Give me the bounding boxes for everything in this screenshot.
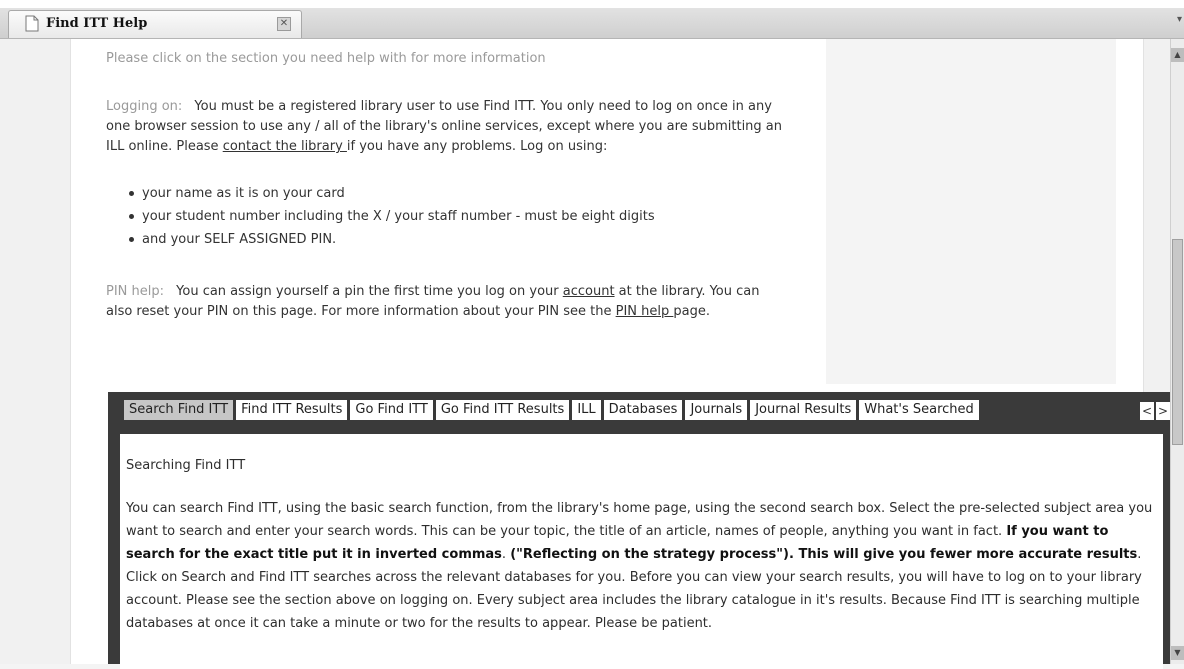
vertical-scrollbar[interactable]: ▲ ▼ [1170, 39, 1184, 664]
pin-help-text: You can assign yourself a pin the first … [176, 284, 563, 299]
close-tab-icon[interactable]: ✕ [277, 17, 291, 31]
content-text-1: You can search Find ITT, using the basic… [126, 501, 1153, 539]
tab-find-itt-results[interactable]: Find ITT Results [236, 400, 348, 420]
help-content-heading: Searching Find ITT [126, 458, 246, 473]
tab-menu-icon[interactable]: ▾ [1177, 14, 1182, 25]
tab-go-find-itt-results[interactable]: Go Find ITT Results [435, 400, 570, 420]
tab-search-find-itt[interactable]: Search Find ITT [124, 400, 234, 420]
tab-go-find-itt[interactable]: Go Find ITT [350, 400, 433, 420]
pin-help-label: PIN help: [106, 284, 165, 299]
scrollbar-thumb[interactable] [1172, 239, 1183, 445]
help-tab-strip: Search Find ITT Find ITT Results Go Find I… [124, 400, 982, 420]
tab-journals[interactable]: Journals [685, 400, 748, 420]
help-tabs-panel: Search Find ITT Find ITT Results Go Find I… [108, 392, 1175, 669]
tab-whats-searched[interactable]: What's Searched [859, 400, 979, 420]
login-requirements-list: your name as it is on your card your stu… [128, 182, 655, 251]
scroll-down-icon[interactable]: ▼ [1171, 646, 1184, 660]
content-bold-2: ("Reflecting on the strategy process"). … [510, 547, 1138, 562]
scroll-up-icon[interactable]: ▲ [1171, 48, 1184, 62]
tab-journal-results[interactable]: Journal Results [750, 400, 857, 420]
browser-tab[interactable]: Find ITT Help ✕ [8, 10, 302, 38]
logging-on-section: Logging on: You must be a registered lib… [106, 97, 786, 157]
browser-tab-bar: Find ITT Help ✕ ▾ [0, 8, 1184, 39]
help-content-panel: Searching Find ITT You can search Find I… [120, 434, 1163, 669]
intro-text: Please click on the section you need hel… [106, 51, 546, 66]
tab-scroll-arrows: < > [1138, 400, 1170, 420]
prev-tab-button[interactable]: < [1140, 402, 1154, 420]
account-link[interactable]: account [563, 284, 615, 299]
tab-title: Find ITT Help [46, 16, 148, 31]
tab-ill[interactable]: ILL [572, 400, 601, 420]
right-side-panel [826, 39, 1116, 384]
pin-help-link[interactable]: PIN help [616, 304, 674, 319]
list-item: and your SELF ASSIGNED PIN. [128, 228, 655, 251]
top-band [0, 0, 1184, 8]
tab-databases[interactable]: Databases [603, 400, 683, 420]
list-item: your name as it is on your card [128, 182, 655, 205]
pin-help-section: PIN help: You can assign yourself a pin … [106, 282, 786, 322]
page-icon [25, 15, 39, 32]
list-item: your student number including the X / yo… [128, 205, 655, 228]
help-content-paragraph: You can search Find ITT, using the basic… [126, 497, 1156, 635]
logging-on-text-end: if you have any problems. Log on using: [346, 139, 608, 154]
pin-help-text-3: page. [673, 304, 710, 319]
logging-on-label: Logging on: [106, 99, 183, 114]
contact-library-link[interactable]: contact the library [223, 139, 347, 154]
content-text-2: . [501, 547, 511, 562]
next-tab-button[interactable]: > [1156, 402, 1170, 420]
